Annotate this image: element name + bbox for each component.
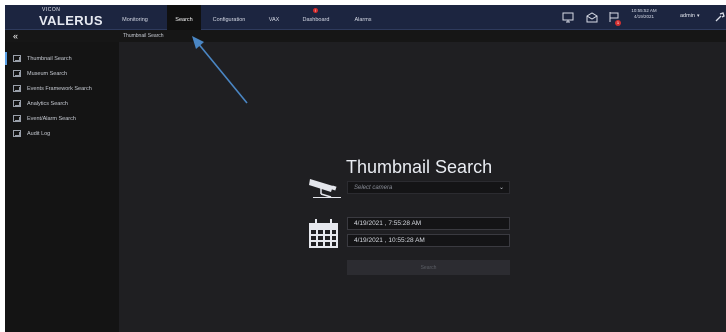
events-icon — [13, 85, 21, 92]
sidebar-item-label: Analytics Search — [27, 100, 68, 107]
event-alarm-icon — [13, 115, 21, 122]
end-datetime-field[interactable]: 4/19/2021 , 10:55:28 AM — [347, 234, 510, 247]
camera-select-placeholder: Select camera — [354, 184, 393, 191]
sidebar-item-label: Audit Log — [27, 130, 51, 137]
nav-alarms[interactable]: Alarms — [349, 5, 377, 30]
dashboard-alert-icon: ! — [313, 8, 318, 13]
sidebar-item-event-alarm-search[interactable]: Event/Alarm Search — [5, 112, 119, 125]
brand-name: VALERUS — [39, 13, 103, 28]
thumbnail-icon — [13, 55, 21, 62]
camera-select[interactable]: Select camera ⌄ — [347, 181, 510, 194]
sidebar-item-museum-search[interactable]: Museum Search — [5, 67, 119, 80]
sidebar-item-analytics-search[interactable]: Analytics Search — [5, 97, 119, 110]
nav-configuration[interactable]: Configuration — [205, 5, 253, 30]
user-menu[interactable]: admin ▾ — [680, 13, 700, 19]
nav-vax[interactable]: VAX — [263, 5, 285, 30]
nav-search[interactable]: Search — [167, 5, 201, 30]
search-button[interactable]: Search — [347, 260, 510, 275]
sidebar-item-label: Museum Search — [27, 70, 68, 77]
page-title: Thumbnail Search — [346, 157, 493, 177]
collapse-sidebar-icon[interactable]: « — [13, 32, 18, 41]
app-window: VICON VALERUS Monitoring Search Configur… — [5, 5, 726, 332]
sub-header — [5, 30, 726, 42]
clock: 10:55:52 AM 4/19/2021 — [625, 8, 663, 20]
museum-icon — [13, 70, 21, 77]
nav-monitoring[interactable]: Monitoring — [115, 5, 155, 30]
camera-icon — [309, 179, 341, 198]
calendar-icon — [309, 219, 338, 248]
monitor-icon[interactable] — [562, 11, 574, 23]
chevron-down-icon: ⌄ — [498, 185, 504, 191]
top-bar: VICON VALERUS Monitoring Search Configur… — [5, 5, 726, 30]
sidebar-item-audit-log[interactable]: Audit Log — [5, 127, 119, 140]
breadcrumb: Thumbnail Search — [123, 33, 164, 39]
sidebar-item-label: Events Framework Search — [27, 85, 92, 92]
chevron-down-icon: ▾ — [696, 13, 700, 19]
mail-icon[interactable] — [586, 11, 598, 23]
wrench-icon[interactable] — [714, 11, 726, 23]
sidebar-item-thumbnail-search[interactable]: Thumbnail Search — [5, 52, 119, 65]
clock-date: 4/19/2021 — [633, 14, 655, 19]
sidebar-item-label: Event/Alarm Search — [27, 115, 76, 122]
sidebar: Thumbnail Search Museum Search Events Fr… — [5, 42, 119, 332]
nav-dashboard[interactable]: ! Dashboard — [295, 5, 337, 30]
start-datetime-field[interactable]: 4/19/2021 , 7:55:28 AM — [347, 217, 510, 230]
sidebar-item-events-framework-search[interactable]: Events Framework Search — [5, 82, 119, 95]
audit-log-icon — [13, 130, 21, 137]
user-name: admin — [680, 13, 695, 19]
flag-badge: 1 — [615, 20, 621, 26]
analytics-icon — [13, 100, 21, 107]
sidebar-item-label: Thumbnail Search — [27, 55, 72, 62]
brand-logo[interactable]: VICON VALERUS — [39, 7, 103, 28]
